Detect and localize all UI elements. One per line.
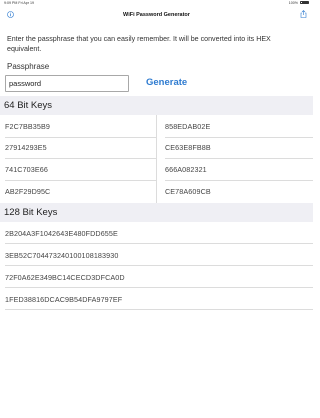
section-title-64-bit: 64 Bit Keys [4, 100, 53, 111]
row-divider [5, 287, 313, 288]
generate-button[interactable]: Generate [146, 77, 187, 88]
status-date: Fri Apr 19 [18, 0, 34, 5]
key-64-2[interactable]: 858EDAB02E [165, 122, 210, 131]
row-divider [5, 243, 313, 244]
row-divider [5, 265, 313, 266]
page-title: WiFi Password Generator [123, 12, 190, 18]
status-time-date: 9:09 PM Fri Apr 19 [4, 1, 34, 5]
battery-percent: 100% [288, 0, 298, 5]
status-time: 9:09 PM [4, 0, 18, 5]
instructions-text: Enter the passphrase that you can easily… [7, 35, 271, 53]
navigation-bar: WiFi Password Generator [0, 6, 313, 23]
section-title-128-bit: 128 Bit Keys [4, 207, 58, 218]
key-64-4[interactable]: CE63E8FB8B [165, 143, 211, 152]
row-divider [165, 158, 313, 159]
key-64-5[interactable]: 741C703E66 [5, 165, 48, 174]
passphrase-input[interactable] [5, 75, 129, 92]
key-64-6[interactable]: 666A082321 [165, 165, 207, 174]
key-128-1[interactable]: 2B204A3F1042643E480FDD655E [5, 229, 118, 238]
row-divider [5, 137, 156, 138]
key-64-7[interactable]: AB2F29D95C [5, 187, 50, 196]
key-64-8[interactable]: CE78A609CB [165, 187, 211, 196]
status-right: 100% [289, 1, 309, 5]
section-header-64-bit: 64 Bit Keys [0, 96, 313, 115]
row-divider [165, 137, 313, 138]
section-header-128-bit: 128 Bit Keys [0, 203, 313, 222]
key-128-2[interactable]: 3EB52C704473240100108183930 [5, 251, 118, 260]
share-icon[interactable] [300, 10, 307, 18]
key-128-3[interactable]: 72F0A62E349BC14CECD3DFCA0D [5, 273, 125, 282]
passphrase-label: Passphrase [7, 62, 50, 71]
column-divider [156, 115, 157, 203]
row-divider [5, 309, 313, 310]
row-divider [5, 158, 156, 159]
row-divider [5, 180, 156, 181]
key-64-3[interactable]: 27914293E5 [5, 143, 47, 152]
row-divider [165, 180, 313, 181]
battery-icon [300, 0, 309, 5]
key-128-4[interactable]: 1FED38816DCAC9B54DFA9797EF [5, 295, 122, 304]
key-64-1[interactable]: F2C7BB35B9 [5, 122, 50, 131]
